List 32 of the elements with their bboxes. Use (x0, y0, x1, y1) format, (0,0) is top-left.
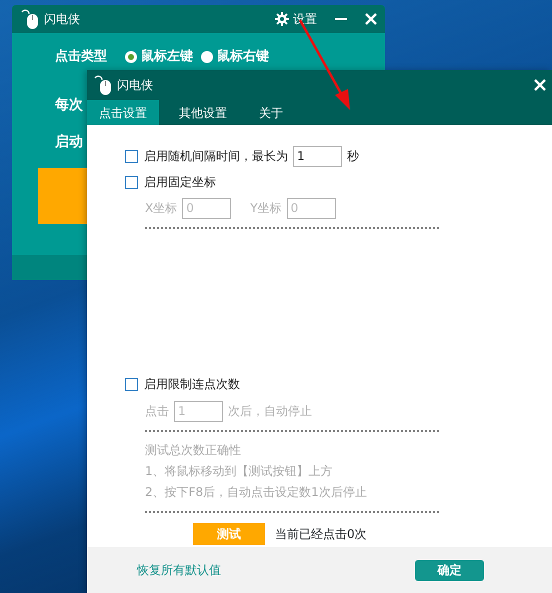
tab[interactable]: 点击设置 (87, 100, 159, 125)
field-label: 点击 (145, 403, 169, 420)
field-label: 次后，自动停止 (228, 403, 312, 420)
info-text: 测试总次数正确性 (145, 442, 242, 459)
mouse-icon (93, 74, 113, 96)
test-button[interactable]: 测试 (193, 523, 265, 545)
tab[interactable]: 关于 (247, 100, 295, 125)
radio-option[interactable]: 鼠标左键 (125, 47, 193, 66)
window-title: 闪电侠 (117, 77, 154, 94)
field-label: Y坐标 (250, 200, 282, 217)
checkbox-label: 启用随机间隔时间，最长为 (144, 148, 288, 165)
close-icon[interactable] (534, 79, 546, 91)
settings-icon[interactable] (275, 12, 289, 26)
field-label: 点击类型 (55, 48, 107, 66)
close-icon[interactable] (365, 13, 377, 25)
checkbox[interactable] (125, 150, 138, 162)
field-label: 每次 (55, 96, 83, 115)
info-text: 2、按下F8后，自动点击设定数1次后停止 (145, 484, 368, 501)
window-title: 闪电侠 (44, 11, 80, 28)
unit-label: 秒 (347, 148, 359, 165)
ok-button[interactable]: 确定 (415, 560, 484, 580)
tab[interactable]: 其他设置 (167, 100, 239, 125)
checkbox-label: 启用限制连点次数 (144, 376, 240, 393)
checkbox-label: 启用固定坐标 (144, 174, 216, 191)
field-label: X坐标 (145, 200, 178, 217)
restore-defaults-link[interactable]: 恢复所有默认值 (137, 561, 221, 579)
input-field[interactable]: 1 (293, 146, 342, 166)
click-count-text: 当前已经点击0次 (275, 526, 367, 543)
field-label: 启动 (55, 132, 83, 152)
mouse-icon (20, 8, 40, 30)
radio-option[interactable]: 鼠标右键 (201, 47, 269, 66)
info-text: 1、将鼠标移动到【测试按钮】上方 (145, 463, 334, 480)
